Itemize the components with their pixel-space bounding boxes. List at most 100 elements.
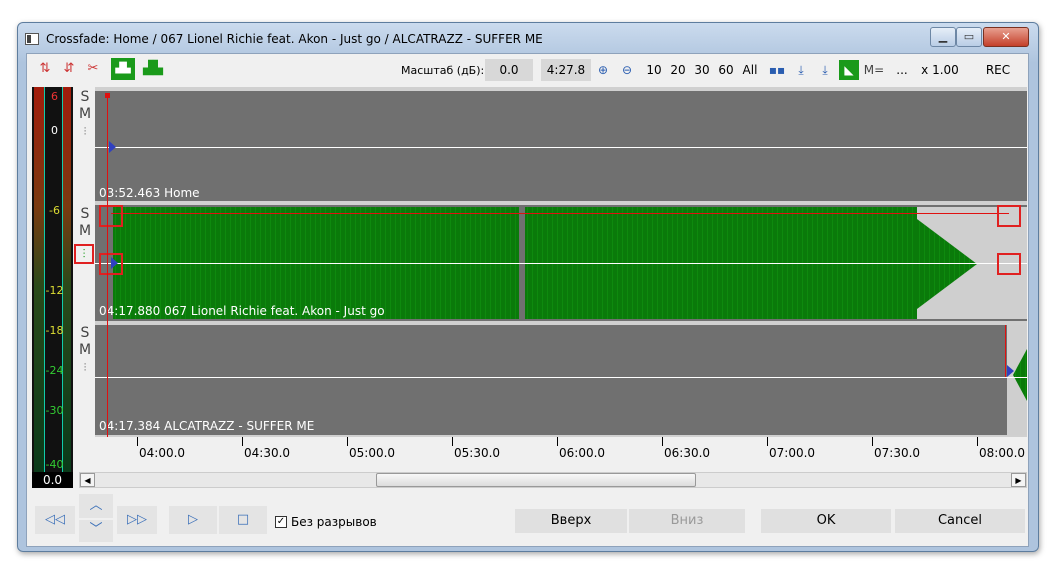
ruler-label: 05:00.0 [349, 446, 396, 460]
meter-value: 0.0 [32, 472, 73, 488]
envelope-point-highlight[interactable] [99, 205, 123, 227]
ruler-tick [662, 437, 663, 446]
mute-button[interactable]: M [78, 106, 92, 123]
cut-track-icon[interactable]: ✂ [81, 58, 105, 80]
m-equal-button[interactable]: M= [861, 59, 887, 81]
dots-line-icon[interactable]: ▪▪ [767, 60, 787, 80]
center-line [95, 147, 1027, 148]
zoom-in-icon[interactable]: ⊕ [593, 60, 613, 80]
envelope-point-highlight[interactable] [997, 205, 1021, 227]
maximize-button[interactable]: ▭ [956, 27, 982, 47]
waveform-view-icon[interactable]: ▟▙ [111, 58, 135, 80]
play-icon: ▷ [188, 512, 198, 527]
scroll-thumb[interactable] [376, 473, 696, 487]
zoom-20-button[interactable]: 20 [667, 59, 689, 81]
track-1-controls: S M ⫶ [78, 89, 92, 140]
track-start-marker[interactable] [109, 141, 116, 153]
split-track-icon[interactable]: ⇅ [33, 58, 57, 80]
volume-slider-icon[interactable]: ⫶ [78, 359, 92, 376]
ruler-tick [452, 437, 453, 446]
fade-in-icon[interactable]: ⤓ [791, 60, 811, 80]
cancel-button[interactable]: Cancel [895, 509, 1025, 533]
meter-tick: -18 [45, 324, 64, 337]
track-start-marker[interactable] [1007, 365, 1014, 377]
zoom-all-button[interactable]: All [738, 59, 762, 81]
mute-button[interactable]: M [78, 223, 92, 240]
time-ruler[interactable]: 04:00.0 04:30.0 05:00.0 05:30.0 06:00.0 … [95, 437, 1027, 463]
center-line [95, 377, 1027, 378]
close-button[interactable]: ✕ [983, 27, 1029, 47]
volume-envelope [111, 213, 1009, 214]
zoom-60-button[interactable]: 60 [715, 59, 737, 81]
volume-slider-icon[interactable]: ⫶ [78, 123, 92, 140]
chevron-down-icon: ﹀ [89, 522, 103, 537]
scale-label: Масштаб (дБ): [401, 64, 485, 77]
ruler-label: 06:30.0 [664, 446, 711, 460]
next-button[interactable]: ▷▷ [117, 506, 157, 534]
meter-tick: -6 [49, 204, 60, 217]
track-1[interactable]: 03:52.463 Home [95, 91, 1027, 201]
track-3[interactable]: 04:17.384 ALCATRAZZ - SUFFER ME [95, 325, 1027, 435]
rewind-icon: ◁◁ [45, 512, 65, 527]
ruler-label: 07:30.0 [874, 446, 921, 460]
ruler-tick [242, 437, 243, 446]
prev-button[interactable]: ◁◁ [35, 506, 75, 534]
track-3-controls: S M ⫶ [78, 325, 92, 376]
solo-button[interactable]: S [78, 89, 92, 106]
ruler-label: 05:30.0 [454, 446, 501, 460]
rec-button[interactable]: REC [973, 59, 1023, 81]
meter-tick: -40 [45, 458, 64, 471]
ok-button[interactable]: OK [761, 509, 891, 533]
zoom-10-button[interactable]: 10 [643, 59, 665, 81]
ruler-label: 08:00.0 [979, 446, 1026, 460]
fade-out-icon[interactable]: ⤓ [815, 60, 835, 80]
crossfade-mode-icon[interactable]: ◣ [839, 60, 859, 80]
crossfade-position-line[interactable] [107, 93, 108, 437]
move-up-button[interactable]: Вверх [515, 509, 627, 533]
play-button[interactable]: ▷ [169, 506, 217, 534]
speed-field[interactable]: x 1.00 [917, 59, 963, 81]
solo-button[interactable]: S [78, 325, 92, 342]
app-icon [25, 33, 39, 45]
scroll-right-arrow-icon[interactable]: ▶ [1011, 473, 1026, 487]
envelope-point-highlight[interactable] [997, 253, 1021, 275]
up-arrow-button[interactable]: ︿ [79, 494, 113, 518]
track-2[interactable]: 04:17.880 067 Lionel Richie feat. Akon -… [95, 205, 1027, 321]
meter-tick: -30 [45, 404, 64, 417]
meter-tick: 0 [51, 124, 58, 137]
scroll-left-arrow-icon[interactable]: ◀ [80, 473, 95, 487]
envelope-point[interactable] [105, 93, 110, 98]
track-3-label: 04:17.384 ALCATRAZZ - SUFFER ME [99, 419, 315, 433]
move-down-button[interactable]: Вниз [629, 509, 745, 533]
position-field[interactable]: 4:27.8 [541, 59, 591, 81]
join-track-icon[interactable]: ⇵ [57, 58, 81, 80]
stop-button[interactable]: □ [219, 506, 267, 534]
zoom-out-icon[interactable]: ⊖ [617, 60, 637, 80]
more-button[interactable]: ... [891, 59, 913, 81]
track-start-marker[interactable] [111, 257, 118, 269]
fast-forward-icon: ▷▷ [127, 512, 147, 527]
track-1-label: 03:52.463 Home [99, 186, 200, 200]
meter-bar-left [34, 87, 44, 472]
chevron-up-icon: ︿ [89, 498, 103, 513]
solo-button[interactable]: S [78, 206, 92, 223]
down-arrow-button[interactable]: ﹀ [79, 520, 113, 542]
track-2-volume-highlight[interactable]: ⫶ [74, 244, 94, 264]
tracks-area[interactable]: 03:52.463 Home 04:17.880 067 Lionel Rich… [95, 87, 1027, 437]
stop-icon: □ [236, 512, 250, 527]
zoom-30-button[interactable]: 30 [691, 59, 713, 81]
track-2-label: 04:17.880 067 Lionel Richie feat. Akon -… [99, 304, 385, 318]
spectrum-view-icon[interactable]: ▟▙ [141, 58, 165, 80]
ruler-tick [977, 437, 978, 446]
ruler-tick [872, 437, 873, 446]
center-line [95, 263, 1027, 264]
mute-button[interactable]: M [78, 342, 92, 359]
ruler-tick [557, 437, 558, 446]
meter-tick: -12 [45, 284, 64, 297]
client-area: ⇅ ⇵ ✂ ▟▙ ▟▙ Масштаб (дБ): 0.0 4:27.8 ⊕ ⊖… [26, 53, 1029, 547]
horizontal-scrollbar[interactable]: ◀ ▶ [79, 472, 1027, 488]
no-gaps-label: Без разрывов [291, 515, 377, 529]
no-gaps-checkbox[interactable]: ✓ [275, 516, 287, 528]
minimize-button[interactable]: ▁ [930, 27, 956, 47]
scale-field[interactable]: 0.0 [485, 59, 533, 81]
